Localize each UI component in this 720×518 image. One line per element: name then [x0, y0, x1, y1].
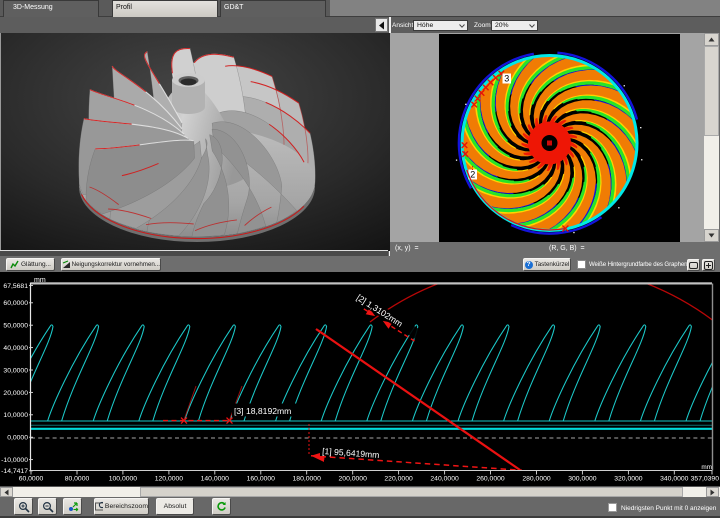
svg-text:3: 3 [504, 74, 509, 84]
svg-text:50,0000: 50,0000 [3, 323, 28, 330]
svg-text:20,0000: 20,0000 [3, 390, 28, 397]
svg-text:80,0000: 80,0000 [65, 476, 90, 483]
svg-text:357,0390: 357,0390 [691, 476, 720, 483]
svg-text:30,0000: 30,0000 [3, 367, 28, 374]
svg-text:220,0000: 220,0000 [384, 476, 413, 483]
svg-text:mm: mm [701, 464, 712, 471]
svg-text:2: 2 [470, 170, 475, 180]
svg-text:120,0000: 120,0000 [155, 476, 184, 483]
svg-text:-14,7417: -14,7417 [1, 468, 28, 475]
svg-text:260,0000: 260,0000 [476, 476, 505, 483]
svg-text:320,0000: 320,0000 [614, 476, 643, 483]
svg-text:100,0000: 100,0000 [109, 476, 138, 483]
svg-text:60,0000: 60,0000 [19, 476, 44, 483]
svg-text:40,0000: 40,0000 [3, 345, 28, 352]
svg-text:180,0000: 180,0000 [293, 476, 322, 483]
svg-text:240,0000: 240,0000 [430, 476, 459, 483]
svg-text:280,0000: 280,0000 [522, 476, 551, 483]
svg-text:300,0000: 300,0000 [568, 476, 597, 483]
svg-text:0,0000: 0,0000 [7, 435, 28, 442]
svg-text:160,0000: 160,0000 [247, 476, 276, 483]
svg-text:200,0000: 200,0000 [339, 476, 368, 483]
svg-text:10,0000: 10,0000 [3, 412, 28, 419]
svg-text:mm: mm [34, 277, 46, 284]
svg-text:60,0000: 60,0000 [3, 300, 28, 307]
svg-text:[3] 18,8192mm: [3] 18,8192mm [234, 406, 291, 416]
svg-text:-10,0000: -10,0000 [1, 457, 28, 464]
svg-text:67,5681: 67,5681 [3, 283, 28, 290]
svg-text:140,0000: 140,0000 [201, 476, 230, 483]
svg-text:340,0000: 340,0000 [660, 476, 689, 483]
